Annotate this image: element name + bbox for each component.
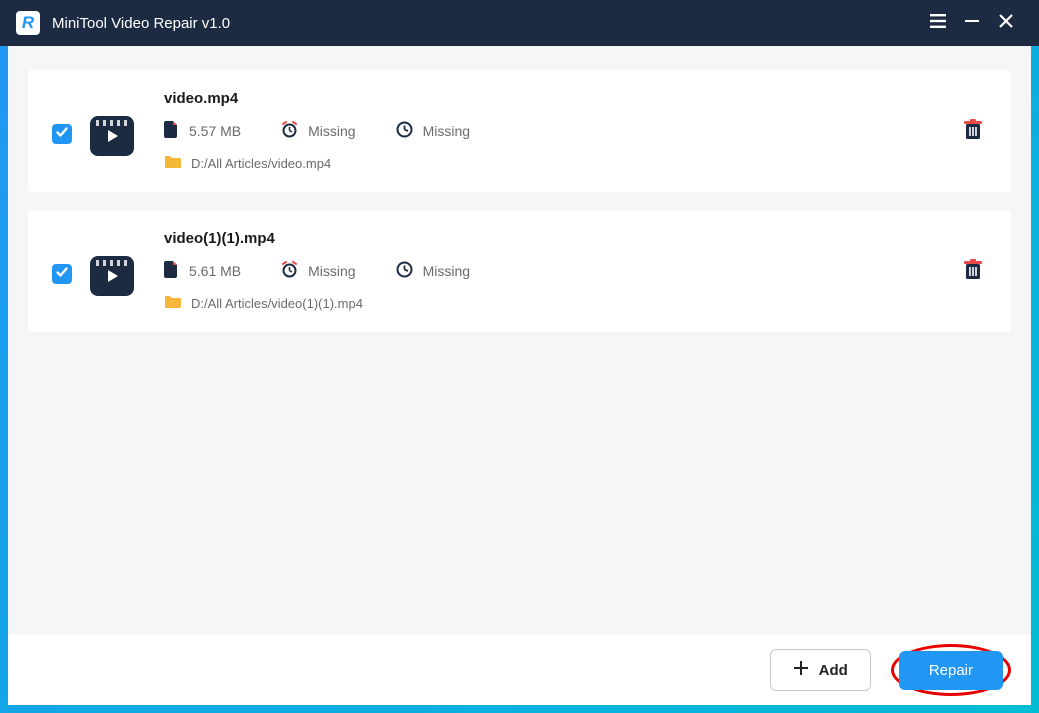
file-checkbox[interactable]: [52, 124, 72, 144]
repair-label: Repair: [929, 662, 973, 679]
hamburger-icon: [930, 14, 946, 33]
clock-icon: [396, 121, 413, 141]
menu-button[interactable]: [921, 6, 955, 40]
file-size-value: 5.61 MB: [189, 263, 241, 279]
file-info: video(1)(1).mp4 5.61 MB Miss: [164, 230, 959, 312]
folder-icon: [164, 155, 181, 172]
alarm-clock-icon: [281, 121, 298, 141]
file-meta-row: 5.61 MB Missing Missing: [164, 261, 959, 281]
add-label: Add: [819, 662, 848, 679]
file-duration-value: Missing: [308, 123, 355, 139]
delete-button[interactable]: [959, 118, 987, 146]
trash-icon: [963, 119, 983, 146]
close-icon: [999, 14, 1013, 33]
file-icon: [164, 121, 179, 141]
close-button[interactable]: [989, 6, 1023, 40]
trash-icon: [963, 259, 983, 286]
file-date: Missing: [396, 261, 470, 281]
file-meta-row: 5.57 MB Missing Missing: [164, 121, 959, 141]
alarm-clock-icon: [281, 261, 298, 281]
file-checkbox[interactable]: [52, 264, 72, 284]
app-title: MiniTool Video Repair v1.0: [52, 15, 230, 32]
file-icon: [164, 261, 179, 281]
file-duration: Missing: [281, 261, 355, 281]
file-info: video.mp4 5.57 MB Missing: [164, 90, 959, 172]
file-list: video.mp4 5.57 MB Missing: [28, 70, 1011, 635]
add-button[interactable]: Add: [770, 649, 871, 691]
file-path: D:/All Articles/video.mp4: [191, 156, 331, 171]
clock-icon: [396, 261, 413, 281]
file-date-value: Missing: [423, 263, 470, 279]
file-name: video.mp4: [164, 90, 959, 107]
plus-icon: [793, 660, 809, 680]
check-icon: [55, 125, 69, 144]
folder-icon: [164, 295, 181, 312]
file-size: 5.61 MB: [164, 261, 241, 281]
file-path-row: D:/All Articles/video.mp4: [164, 155, 959, 172]
titlebar: R MiniTool Video Repair v1.0: [0, 0, 1039, 46]
minimize-button[interactable]: [955, 6, 989, 40]
file-date: Missing: [396, 121, 470, 141]
app-logo: R: [16, 11, 40, 35]
video-thumbnail-icon: [90, 116, 134, 156]
video-thumbnail-icon: [90, 256, 134, 296]
app-window: R MiniTool Video Repair v1.0: [0, 0, 1039, 713]
check-icon: [55, 265, 69, 284]
repair-highlight-annotation: Repair: [899, 651, 1003, 690]
file-duration-value: Missing: [308, 263, 355, 279]
file-card: video(1)(1).mp4 5.61 MB Miss: [28, 210, 1011, 332]
file-size: 5.57 MB: [164, 121, 241, 141]
file-size-value: 5.57 MB: [189, 123, 241, 139]
file-date-value: Missing: [423, 123, 470, 139]
file-path: D:/All Articles/video(1)(1).mp4: [191, 296, 363, 311]
content-area: video.mp4 5.57 MB Missing: [8, 46, 1031, 705]
file-path-row: D:/All Articles/video(1)(1).mp4: [164, 295, 959, 312]
file-name: video(1)(1).mp4: [164, 230, 959, 247]
delete-button[interactable]: [959, 258, 987, 286]
bottom-bar: Add Repair: [8, 635, 1031, 705]
file-card: video.mp4 5.57 MB Missing: [28, 70, 1011, 192]
file-duration: Missing: [281, 121, 355, 141]
minimize-icon: [965, 14, 979, 33]
repair-button[interactable]: Repair: [899, 651, 1003, 690]
